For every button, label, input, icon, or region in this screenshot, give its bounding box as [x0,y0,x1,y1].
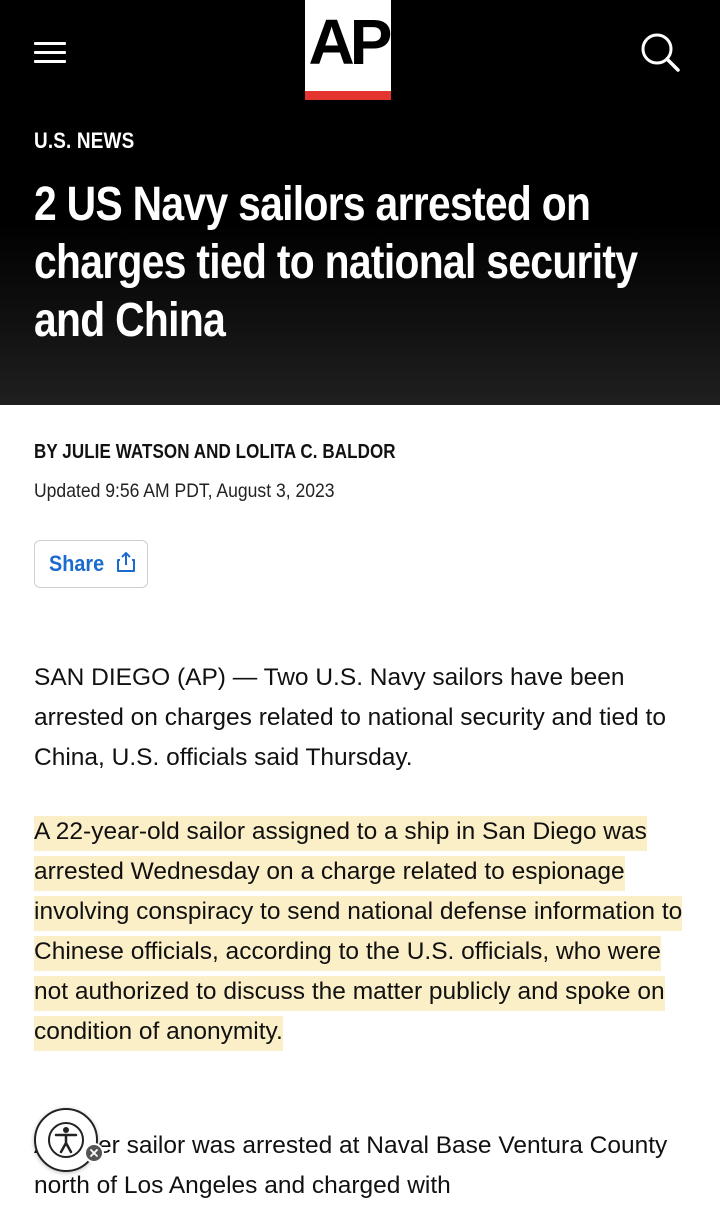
highlighted-text: A 22-year-old sailor assigned to a ship … [34,816,683,1051]
site-header: AP U.S. NEWS 2 US Navy sailors arrested … [0,0,720,405]
article-paragraph: SAN DIEGO (AP) — Two U.S. Navy sailors h… [34,658,694,778]
logo-text: AP [308,6,393,78]
article-paragraph: Another sailor was arrested at Naval Bas… [34,1126,694,1206]
share-button[interactable]: Share [34,540,148,588]
section-kicker[interactable]: U.S. NEWS [34,128,134,154]
ap-logo[interactable]: AP [305,0,393,100]
accessibility-widget[interactable] [34,1108,104,1178]
share-icon [116,551,136,578]
logo-red-bar [305,91,391,100]
menu-icon[interactable] [34,40,68,66]
article-paragraph-highlighted: A 22-year-old sailor assigned to a ship … [34,812,694,1052]
paragraph-text: Another sailor was arrested at Naval Bas… [34,1132,668,1199]
updated-timestamp: Updated 9:56 AM PDT, August 3, 2023 [34,480,335,502]
search-icon[interactable] [636,28,684,76]
paragraph-text: SAN DIEGO (AP) — Two U.S. Navy sailors h… [34,664,666,771]
accessibility-icon[interactable] [34,1108,98,1172]
share-label: Share [49,551,105,576]
byline-authors: BY JULIE WATSON AND LOLITA C. BALDOR [34,441,396,463]
article-headline: 2 US Navy sailors arrested on charges ti… [34,178,638,347]
close-icon[interactable] [84,1143,104,1163]
